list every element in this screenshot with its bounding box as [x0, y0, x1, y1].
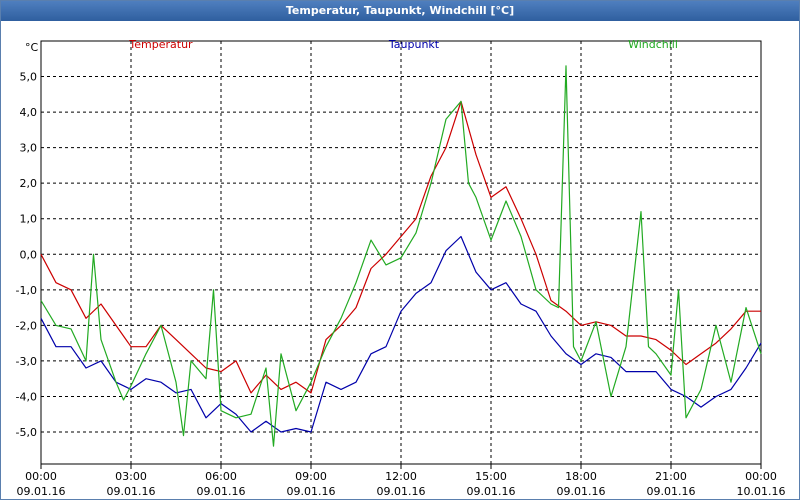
x-tick-date-label: 09.01.16	[557, 485, 606, 498]
x-tick-date-label: 09.01.16	[287, 485, 336, 498]
legend-entry-taupunkt: Taupunkt	[388, 38, 440, 51]
window-title: Temperatur, Taupunkt, Windchill [°C]	[1, 1, 799, 21]
y-tick-label: 3,0	[20, 142, 38, 155]
x-tick-date-label: 09.01.16	[647, 485, 696, 498]
x-tick-time-label: 03:00	[115, 470, 147, 483]
x-tick-date-label: 09.01.16	[17, 485, 66, 498]
x-tick-time-label: 15:00	[475, 470, 507, 483]
y-tick-label: 4,0	[20, 106, 38, 119]
x-tick-time-label: 00:00	[25, 470, 57, 483]
x-tick-time-label: 00:00	[745, 470, 777, 483]
x-tick-date-label: 10.01.16	[737, 485, 786, 498]
legend-entry-temperatur: Temperatur	[128, 38, 193, 51]
y-tick-label: -3,0	[16, 355, 37, 368]
x-tick-date-label: 09.01.16	[467, 485, 516, 498]
y-tick-label: 5,0	[20, 71, 38, 84]
x-tick-date-label: 09.01.16	[107, 485, 156, 498]
y-tick-label: 0,0	[20, 248, 38, 261]
y-tick-label: -4,0	[16, 390, 37, 403]
y-tick-label: 2,0	[20, 177, 38, 190]
legend-entry-windchill: Windchill	[628, 38, 678, 51]
x-tick-time-label: 12:00	[385, 470, 417, 483]
x-tick-time-label: 21:00	[655, 470, 687, 483]
line-chart: 5,0 4,0 3,0 2,0 1,0 0,0 -1,0 -2,0 -3,0 -4,0 -5,0 °C…	[16, 38, 786, 498]
y-tick-label: -1,0	[16, 284, 37, 297]
y-axis-unit-label: °C	[25, 41, 39, 54]
x-tick-date-label: 09.01.16	[377, 485, 426, 498]
x-tick-date-label: 09.01.16	[197, 485, 246, 498]
y-tick-label: -2,0	[16, 319, 37, 332]
y-tick-label: 1,0	[20, 213, 38, 226]
x-tick-time-label: 06:00	[205, 470, 237, 483]
y-tick-label: -5,0	[16, 426, 37, 439]
x-tick-time-label: 09:00	[295, 470, 327, 483]
chart-window: Temperatur, Taupunkt, Windchill [°C] 5,0…	[0, 0, 800, 500]
x-tick-time-label: 18:00	[565, 470, 597, 483]
